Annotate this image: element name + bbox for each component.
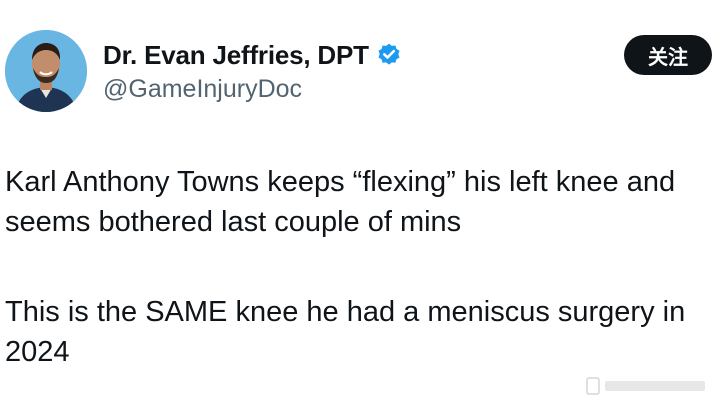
- tweet-text-paragraph-1: Karl Anthony Towns keeps “flexing” his l…: [5, 166, 676, 238]
- verified-badge-icon: [376, 42, 402, 68]
- author-display-name[interactable]: Dr. Evan Jeffries, DPT: [103, 40, 369, 71]
- avatar-portrait-icon: [5, 30, 87, 112]
- follow-button[interactable]: 关注: [624, 35, 712, 75]
- watermark-logo: [585, 373, 713, 399]
- tweet-card: Dr. Evan Jeffries, DPT @GameInjuryDoc 关注…: [0, 0, 723, 405]
- author-handle[interactable]: @GameInjuryDoc: [103, 75, 302, 104]
- author-avatar[interactable]: [5, 30, 87, 112]
- author-name-row: Dr. Evan Jeffries, DPT: [103, 38, 402, 72]
- tweet-text-paragraph-2: This is the SAME knee he had a meniscus …: [5, 296, 686, 368]
